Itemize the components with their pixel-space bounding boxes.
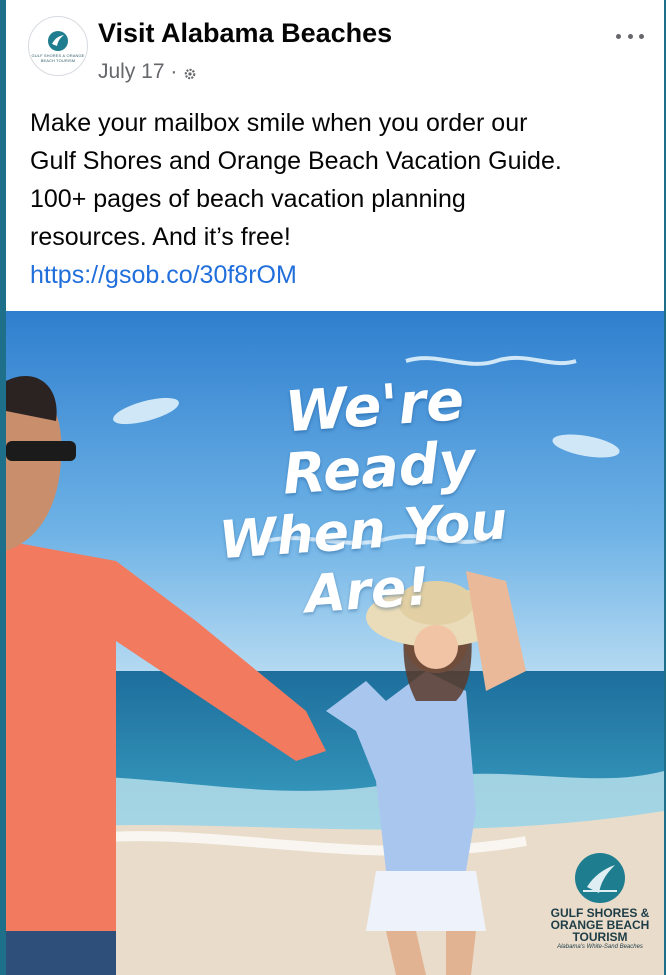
post-link[interactable]: https://gsob.co/30f8rOM	[30, 256, 660, 294]
more-dot	[616, 33, 621, 39]
gear-icon[interactable]	[183, 67, 197, 81]
post-text-line: Gulf Shores and Orange Beach Vacation Gu…	[30, 147, 562, 175]
post-text: Make your mailbox smile when you order o…	[30, 104, 660, 294]
more-options-icon[interactable]	[616, 26, 644, 46]
image-headline: We're Ready When You Are!	[148, 363, 584, 636]
post-image[interactable]: We're Ready When You Are! GULF SHORES & …	[6, 311, 664, 975]
post-date[interactable]: July 17 ·	[98, 60, 177, 84]
tourism-logo: GULF SHORES & ORANGE BEACH TOURISM Alaba…	[536, 851, 664, 952]
seagrass-logo-icon	[575, 853, 625, 903]
more-dot	[639, 33, 644, 39]
logo-icon	[48, 30, 68, 51]
post-meta: July 17 ·	[98, 60, 197, 84]
page-avatar[interactable]: GULF SHORES & ORANGE BEACH TOURISM	[28, 16, 88, 76]
facebook-post: GULF SHORES & ORANGE BEACH TOURISM Visit…	[6, 0, 664, 975]
page-name[interactable]: Visit Alabama Beaches	[98, 18, 392, 49]
post-text-line: resources. And it’s free!	[30, 223, 291, 251]
avatar-text: GULF SHORES & ORANGE BEACH TOURISM	[31, 52, 85, 63]
post-text-line: Make your mailbox smile when you order o…	[30, 109, 528, 137]
post-text-line: 100+ pages of beach vacation planning	[30, 185, 466, 213]
more-dot	[627, 33, 633, 39]
brand-tagline: Alabama's White-Sand Beaches	[557, 944, 643, 950]
brand-line-3: TOURISM	[572, 930, 628, 944]
